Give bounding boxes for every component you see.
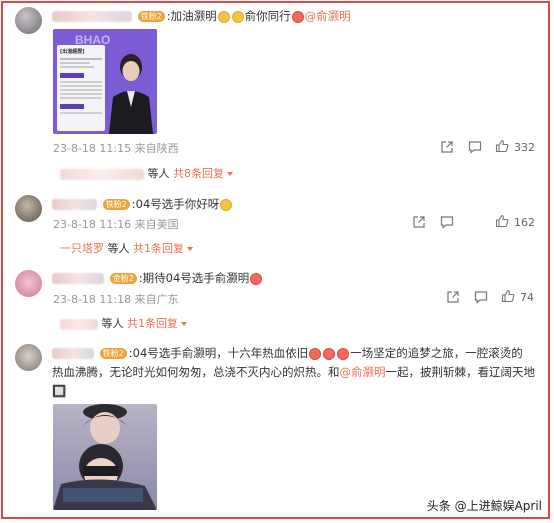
emoji-icon xyxy=(231,10,244,23)
avatar[interactable] xyxy=(15,270,42,297)
reply-usernames[interactable] xyxy=(60,318,98,330)
comment-text: 铁粉2:加油灏明 俞你同行 @俞灏明 xyxy=(52,8,351,24)
fan-badge: 铁粉2 xyxy=(99,348,127,359)
attached-image[interactable]: BHAO [出道經歷] xyxy=(53,29,157,134)
location: 来自美国 xyxy=(134,218,179,231)
comment-icon[interactable] xyxy=(474,290,488,304)
like-icon[interactable] xyxy=(501,289,515,303)
comment-icon[interactable] xyxy=(440,215,454,229)
avatar[interactable] xyxy=(15,195,42,222)
username[interactable] xyxy=(52,11,132,22)
comment-text: 铁粉2:04号选手俞灏明，十六年热血依旧 一场坚定的追梦之旅，一腔滚烫的 热血沸腾… xyxy=(52,346,535,398)
chevron-down-icon xyxy=(181,322,187,326)
comment-text: 金粉2:期待04号选手俞灏明 xyxy=(52,270,263,286)
timestamp: 23-8-18 11:18 xyxy=(53,293,132,306)
comment-text: 铁粉2:04号选手你好呀 xyxy=(52,196,233,212)
emoji-icon xyxy=(217,10,230,23)
username[interactable] xyxy=(52,199,97,210)
emoji-icon xyxy=(291,10,304,23)
emoji-icon xyxy=(220,198,233,211)
view-replies-link[interactable]: 共1条回复 xyxy=(133,242,184,255)
username[interactable] xyxy=(52,348,94,359)
view-replies-link[interactable]: 共8条回复 xyxy=(173,167,224,180)
like-count: 332 xyxy=(514,141,535,154)
comment-meta: 23-8-18 11:15 来自陕西 xyxy=(53,140,179,156)
chevron-down-icon xyxy=(227,172,233,176)
emoji-icon xyxy=(337,347,350,360)
fan-badge: 铁粉2 xyxy=(137,11,165,22)
chevron-down-icon xyxy=(187,247,193,251)
timestamp: 23-8-18 11:16 xyxy=(53,218,132,231)
reply-summary[interactable]: 等人 共1条回复 xyxy=(60,315,187,331)
reply-username[interactable]: 一只塔罗 xyxy=(60,242,104,255)
fan-badge: 金粉2 xyxy=(109,273,137,284)
fan-badge: 铁粉2 xyxy=(102,199,130,210)
share-icon[interactable] xyxy=(412,215,426,229)
comment-meta: 23-8-18 11:16 来自美国 xyxy=(53,216,179,232)
avatar[interactable] xyxy=(15,7,42,34)
mention-link[interactable]: @俞灏明 xyxy=(340,365,386,379)
reply-usernames[interactable] xyxy=(60,168,144,180)
person-photo xyxy=(109,54,153,134)
like-count: 162 xyxy=(514,216,535,229)
watermark: 头条 @上进鲸娱April xyxy=(426,499,542,513)
attached-image[interactable] xyxy=(53,404,157,510)
emoji-icon xyxy=(323,347,336,360)
username[interactable] xyxy=(52,273,104,284)
share-icon[interactable] xyxy=(440,140,454,154)
emoji-icon xyxy=(309,347,322,360)
location: 来自广东 xyxy=(134,293,179,306)
mention-link[interactable]: @俞灏明 xyxy=(305,9,351,23)
like-count: 74 xyxy=(520,291,534,304)
emoji-icon xyxy=(250,272,263,285)
share-icon[interactable] xyxy=(446,290,460,304)
info-card: [出道經歷] xyxy=(57,45,105,131)
comment-icon[interactable] xyxy=(468,140,482,154)
reply-summary[interactable]: 一只塔罗 等人 共1条回复 xyxy=(60,240,193,256)
emoji-box: 🔲 xyxy=(52,384,67,398)
timestamp: 23-8-18 11:15 xyxy=(53,142,132,155)
like-icon[interactable] xyxy=(495,214,509,228)
reply-summary[interactable]: 等人 共8条回复 xyxy=(60,165,233,181)
avatar[interactable] xyxy=(15,344,42,371)
location: 来自陕西 xyxy=(134,142,179,155)
like-icon[interactable] xyxy=(495,139,509,153)
comment-meta: 23-8-18 11:18 来自广东 xyxy=(53,291,179,307)
person-photo xyxy=(53,404,157,510)
view-replies-link[interactable]: 共1条回复 xyxy=(127,317,178,330)
